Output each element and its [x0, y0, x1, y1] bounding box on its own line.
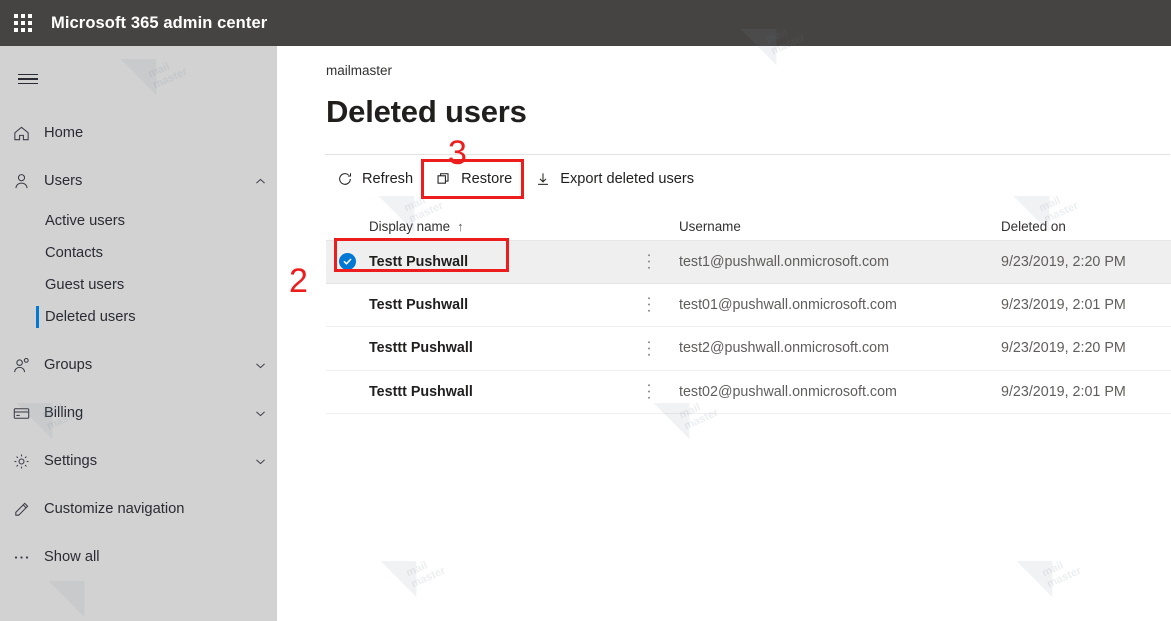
- user-icon: [12, 172, 44, 191]
- cell-deleted-on: 9/23/2019, 2:20 PM: [1001, 340, 1126, 357]
- sidebar-item-label: Users: [44, 173, 83, 189]
- ellipsis-icon: [12, 548, 44, 567]
- billing-card-icon: [12, 404, 44, 423]
- sidebar-subitem-label: Active users: [45, 213, 125, 229]
- cell-display-name: Testt Pushwall: [369, 296, 469, 313]
- cell-display-name: Testt Pushwall: [334, 237, 619, 272]
- sort-ascending-icon: ↑: [457, 218, 464, 234]
- sidebar-item-users[interactable]: Users: [0, 157, 277, 205]
- sidebar-item-billing[interactable]: Billing: [0, 389, 277, 437]
- cell-display-name: Testtt Pushwall: [369, 383, 473, 400]
- download-arrow-icon: [532, 171, 553, 187]
- sidebar-item-guest-users[interactable]: Guest users: [0, 269, 277, 301]
- sidebar-subitem-label: Guest users: [45, 277, 125, 293]
- cell-username: test02@pushwall.onmicrosoft.com: [679, 383, 897, 400]
- sidebar-item-deleted-users[interactable]: Deleted users: [0, 301, 277, 333]
- sidebar-item-settings[interactable]: Settings: [0, 437, 277, 485]
- annotation-number-two: 2: [289, 262, 308, 300]
- column-header-display-name[interactable]: Display name ↑: [369, 219, 619, 234]
- nav-list: Home Users Active users Contacts Guest u…: [0, 109, 277, 581]
- column-header-display-name-label: Display name: [369, 218, 451, 234]
- checkmark-circle-icon: [339, 253, 356, 271]
- home-icon: [12, 124, 44, 143]
- suite-header-bar: Microsoft 365 admin center: [0, 0, 1171, 46]
- kebab-menu-icon[interactable]: [619, 340, 679, 357]
- chevron-down-icon[interactable]: [243, 407, 277, 420]
- table-header-row: Display name ↑ Username Deleted on: [326, 212, 1171, 240]
- sidebar-item-active-users[interactable]: Active users: [0, 205, 277, 237]
- waffle-grid: [14, 14, 32, 32]
- sidebar-item-contacts[interactable]: Contacts: [0, 237, 277, 269]
- display-name-text: Testt Pushwall: [369, 253, 469, 270]
- refresh-label: Refresh: [362, 171, 414, 187]
- chevron-up-icon[interactable]: [243, 175, 277, 188]
- cell-username: test2@pushwall.onmicrosoft.com: [679, 340, 889, 357]
- sidebar-item-label: Home: [44, 125, 84, 141]
- table-row[interactable]: Testt Pushwall test1@pushwall.onmicrosof…: [326, 237, 1171, 284]
- main-content: mailmaster Deleted users Refresh Restore…: [277, 46, 1171, 621]
- sidebar-item-label: Show all: [44, 549, 100, 565]
- chevron-down-icon[interactable]: [243, 359, 277, 372]
- export-deleted-users-button[interactable]: Export deleted users: [523, 162, 703, 196]
- row-checkbox-selected[interactable]: [326, 253, 369, 271]
- column-header-username[interactable]: Username: [679, 219, 1001, 234]
- kebab-menu-icon[interactable]: [619, 383, 679, 400]
- page-title: Deleted users: [326, 94, 527, 129]
- export-label: Export deleted users: [560, 171, 695, 187]
- sidebar-item-label: Customize navigation: [44, 501, 185, 517]
- cell-username: test1@pushwall.onmicrosoft.com: [679, 253, 889, 270]
- suite-title: Microsoft 365 admin center: [51, 13, 268, 32]
- left-navigation: Home Users Active users Contacts Guest u…: [0, 46, 277, 621]
- sidebar-item-label: Settings: [44, 453, 98, 469]
- table-row[interactable]: Testt Pushwall test01@pushwall.onmicroso…: [326, 284, 1171, 327]
- cell-deleted-on: 9/23/2019, 2:01 PM: [1001, 383, 1126, 400]
- chevron-down-icon[interactable]: [243, 455, 277, 468]
- groups-icon: [12, 356, 44, 375]
- table-row[interactable]: Testtt Pushwall test2@pushwall.onmicroso…: [326, 327, 1171, 371]
- kebab-menu-icon[interactable]: [619, 296, 679, 313]
- table-row[interactable]: Testtt Pushwall test02@pushwall.onmicros…: [326, 371, 1171, 414]
- hamburger-menu-icon[interactable]: [0, 56, 56, 102]
- cell-username: test01@pushwall.onmicrosoft.com: [679, 296, 897, 313]
- cell-deleted-on: 9/23/2019, 2:20 PM: [1001, 253, 1126, 270]
- deleted-users-table: Display name ↑ Username Deleted on Testt …: [326, 212, 1171, 414]
- pencil-icon: [12, 500, 44, 519]
- kebab-menu-icon[interactable]: [619, 253, 679, 270]
- refresh-button[interactable]: Refresh: [325, 162, 422, 196]
- restore-button[interactable]: Restore: [421, 159, 525, 199]
- sidebar-item-label: Groups: [44, 357, 93, 373]
- sidebar-item-label: Billing: [44, 405, 84, 421]
- refresh-circular-arrow-icon: [334, 171, 355, 187]
- sidebar-item-show-all[interactable]: Show all: [0, 533, 277, 581]
- sidebar-item-groups[interactable]: Groups: [0, 341, 277, 389]
- restore-label: Restore: [461, 171, 513, 187]
- sidebar-subitem-label: Deleted users: [45, 309, 136, 325]
- annotation-number-three: 3: [448, 134, 467, 172]
- cell-display-name: Testtt Pushwall: [369, 340, 473, 357]
- breadcrumb[interactable]: mailmaster: [326, 63, 1171, 78]
- column-header-deleted-on[interactable]: Deleted on: [1001, 219, 1171, 234]
- sidebar-subitem-label: Contacts: [45, 245, 103, 261]
- app-launcher-waffle-icon[interactable]: [0, 0, 46, 46]
- sidebar-item-home[interactable]: Home: [0, 109, 277, 157]
- cell-deleted-on: 9/23/2019, 2:01 PM: [1001, 296, 1126, 313]
- gear-icon: [12, 452, 44, 471]
- sidebar-item-customize-navigation[interactable]: Customize navigation: [0, 485, 277, 533]
- restore-copy-icon: [433, 171, 454, 187]
